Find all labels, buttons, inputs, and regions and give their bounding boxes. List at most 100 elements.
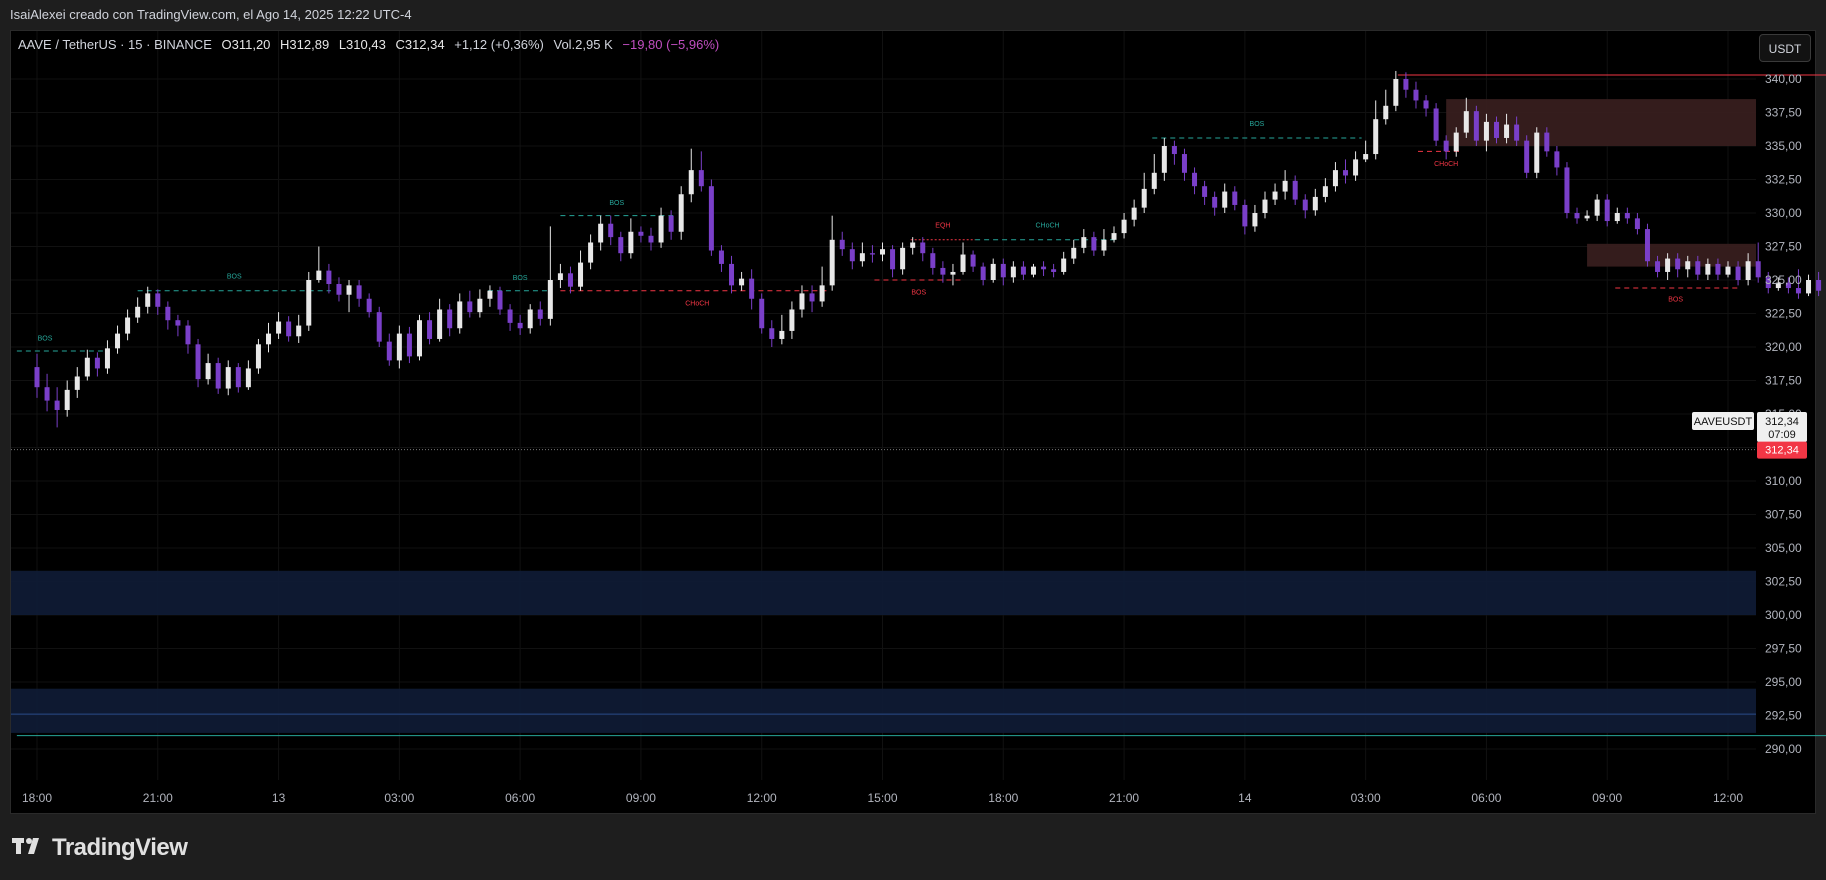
candle-body: [1554, 151, 1560, 168]
candle-body: [84, 357, 90, 377]
candle-body: [125, 317, 131, 334]
candle-body: [54, 400, 60, 410]
candle-body: [185, 325, 191, 345]
candle-body: [1544, 132, 1550, 152]
candle-body: [708, 186, 714, 251]
time-tick-label: 21:00: [143, 791, 173, 805]
candle-body: [1020, 266, 1026, 275]
last-price-badge: 312,34: [1765, 445, 1799, 457]
candle-body: [1644, 229, 1650, 262]
candle-body: [457, 301, 463, 329]
candle-body: [316, 270, 322, 280]
candle-body: [104, 348, 110, 369]
candle-body: [880, 249, 885, 255]
time-tick-label: 09:00: [1592, 791, 1622, 805]
price-tick-label: 322,50: [1765, 307, 1802, 321]
candle-body: [789, 309, 795, 331]
candle-body: [1685, 261, 1691, 270]
candle-body: [1202, 186, 1208, 197]
candle-body: [326, 270, 332, 285]
price-tick-label: 320,00: [1765, 340, 1802, 354]
structure-label: BOS: [911, 290, 926, 297]
candle-body: [759, 298, 765, 329]
price-tick-label: 340,00: [1765, 72, 1802, 86]
candle-body: [779, 330, 785, 339]
candle-body: [34, 367, 40, 388]
candle-body: [1141, 188, 1147, 208]
candle-body: [74, 376, 80, 390]
time-tick-label: 14: [1238, 791, 1252, 805]
structure-label: CHoCH: [1036, 223, 1060, 230]
price-tick-label: 332,50: [1765, 173, 1802, 187]
candle-body: [1322, 186, 1328, 197]
ohlc-close: C312,34: [395, 37, 445, 52]
candle-body: [94, 357, 100, 369]
price-tick-label: 300,00: [1765, 608, 1802, 622]
time-tick-label: 06:00: [505, 791, 535, 805]
zones: [11, 99, 1756, 733]
candle-body: [769, 328, 775, 339]
price-tick-label: 307,50: [1765, 508, 1802, 522]
candle-body: [1614, 213, 1620, 222]
candle-body: [718, 250, 724, 264]
candle-body: [437, 309, 443, 339]
candle-body: [1534, 132, 1540, 173]
candle-body: [416, 320, 422, 357]
candle-body: [396, 333, 402, 361]
candle-body: [225, 367, 231, 389]
candle-body: [578, 262, 584, 287]
time-tick-label: 06:00: [1471, 791, 1501, 805]
candle-body: [1373, 119, 1379, 155]
candle-body: [376, 312, 382, 342]
candle-body: [1242, 204, 1248, 227]
candle-body: [1081, 237, 1087, 248]
candle-body: [819, 285, 825, 302]
candle-body: [1302, 199, 1308, 211]
candle-body: [940, 267, 946, 275]
price-chart[interactable]: BOSBOSBOSBOSCHoCHEQHBOSCHoCHBOSCHoCHBOSW…: [0, 0, 1826, 880]
candle-body: [1806, 280, 1812, 294]
candle-body: [467, 301, 473, 313]
candle-body: [175, 320, 181, 326]
candle-body: [1594, 199, 1600, 216]
ohlc-open: O311,20: [221, 37, 271, 52]
candle-body: [809, 293, 815, 302]
symbol-name[interactable]: AAVE / TetherUS · 15 · BINANCE: [18, 37, 212, 52]
candle-body: [1051, 269, 1057, 272]
price-tick-label: 292,50: [1765, 709, 1802, 723]
candle-body: [1061, 258, 1067, 272]
candle-body: [155, 293, 161, 307]
candle-body: [890, 249, 896, 270]
candle-body: [1393, 79, 1399, 106]
candle-body: [1584, 215, 1590, 219]
candle-body: [1725, 266, 1731, 275]
candle-body: [1312, 196, 1318, 211]
candle-body: [1000, 263, 1006, 278]
candle-body: [648, 235, 654, 243]
demand-zone: [11, 688, 1756, 733]
candle-body: [276, 321, 282, 334]
candle-body: [960, 254, 966, 272]
candle-body: [1010, 266, 1016, 278]
candle-body: [1443, 140, 1449, 152]
currency-button[interactable]: USDT: [1759, 34, 1811, 62]
candle-body: [527, 309, 533, 329]
candle-body: [235, 367, 241, 388]
candle-body: [386, 341, 392, 361]
candle-body: [1433, 108, 1439, 141]
ohlc-low: L310,43: [338, 37, 386, 52]
price-change: +1,12 (+0,36%): [454, 37, 544, 52]
candle-body: [749, 278, 755, 299]
candle-body: [286, 321, 292, 337]
tradingview-logo[interactable]: TradingView: [12, 834, 188, 862]
candle-body: [1181, 154, 1187, 173]
time-tick-label: 03:00: [1351, 791, 1381, 805]
candle-body: [688, 170, 694, 195]
candle-body: [1383, 105, 1389, 120]
candle-body: [1514, 124, 1520, 141]
last-price-value: 312,34: [1765, 416, 1799, 428]
tradingview-brand: TradingView: [52, 834, 188, 861]
candle-body: [205, 363, 211, 380]
price-tick-label: 335,00: [1765, 139, 1802, 153]
structure-label: BOS: [227, 274, 242, 281]
